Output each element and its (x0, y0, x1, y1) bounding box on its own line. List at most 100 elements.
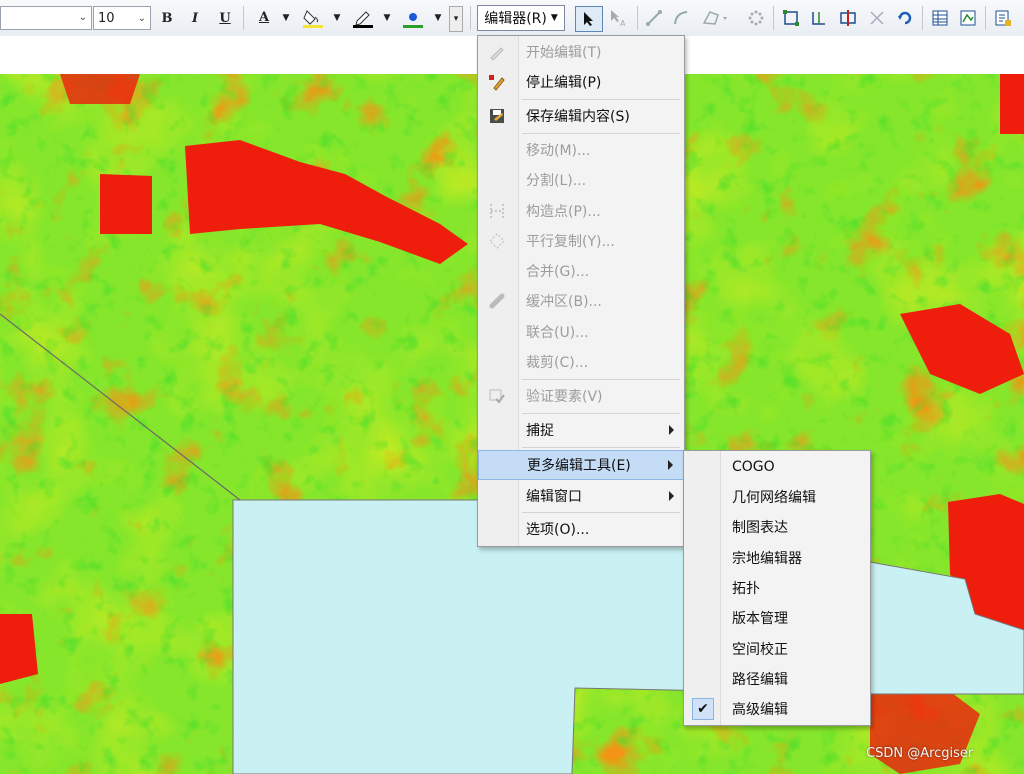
submenu-item-representation[interactable]: 制图表达 (684, 513, 870, 541)
menu-item-buffer[interactable]: 缓冲区(B)... (478, 287, 684, 315)
submenu-item-parcel-editor[interactable]: 宗地编辑器 (684, 544, 870, 572)
menu-item-label: 构造点(P)... (526, 204, 601, 220)
annotation-pointer-icon: A (611, 10, 626, 27)
edit-annotation-tool-button[interactable]: A (607, 6, 631, 30)
toolbar-overflow-button[interactable]: ▾ (449, 6, 463, 32)
submenu-arrow-icon (668, 460, 673, 470)
menu-item-options[interactable]: 选项(O)... (478, 515, 684, 543)
submenu-item-topology[interactable]: 拓扑 (684, 574, 870, 602)
submenu-item-label: 拓扑 (732, 581, 760, 597)
menu-item-clip[interactable]: 裁剪(C)... (478, 348, 684, 376)
cut-polygons-button[interactable] (836, 6, 860, 30)
construction-tools-button[interactable] (698, 6, 734, 30)
font-size-value: 10 (98, 10, 115, 26)
menu-item-merge[interactable]: 合并(G)... (478, 257, 684, 285)
underline-button[interactable]: U (214, 6, 236, 30)
construct-points-icon (488, 202, 506, 220)
fill-color-button[interactable] (298, 6, 328, 30)
menu-item-more-editing-tools[interactable]: 更多编辑工具(E) (478, 450, 684, 480)
create-features-button[interactable] (992, 6, 1014, 30)
font-name-dropdown[interactable]: ⌄ (0, 6, 92, 30)
edit-vertices-icon (783, 10, 799, 26)
menu-item-label: 合并(G)... (526, 264, 590, 280)
submenu-arrow-icon (669, 425, 674, 435)
reshape-icon (812, 12, 825, 25)
sketch-properties-icon (960, 10, 976, 26)
menu-item-construct-points[interactable]: 构造点(P)... (478, 197, 684, 225)
bold-button[interactable]: B (157, 6, 177, 30)
line-color-dropdown-icon[interactable]: ▼ (381, 6, 393, 30)
submenu-item-label: COGO (732, 459, 775, 475)
menu-item-label: 捕捉 (526, 423, 554, 439)
menu-item-start-editing[interactable]: 开始编辑(T) (478, 38, 684, 66)
chevron-down-icon: ▼ (550, 13, 558, 23)
submenu-item-label: 制图表达 (732, 520, 788, 536)
menu-item-union[interactable]: 联合(U)... (478, 318, 684, 346)
marker-dot-icon (403, 13, 423, 28)
straight-segment-button[interactable] (643, 6, 665, 30)
marker-color-dropdown-icon[interactable]: ▼ (432, 6, 444, 30)
submenu-item-label: 路径编辑 (732, 672, 788, 688)
submenu-arrow-icon (669, 491, 674, 501)
pen-icon (353, 11, 373, 28)
menu-item-save-edits[interactable]: 保存编辑内容(S) (478, 102, 684, 130)
create-features-icon (995, 10, 1011, 26)
menu-item-move[interactable]: 移动(M)... (478, 136, 684, 164)
font-color-button[interactable]: A (250, 6, 278, 30)
validate-features-icon (488, 387, 506, 405)
fill-color-dropdown-icon[interactable]: ▼ (331, 6, 343, 30)
font-color-dropdown-icon[interactable]: ▼ (280, 6, 292, 30)
menu-item-label: 验证要素(V) (526, 389, 603, 405)
editor-menu-button[interactable]: 编辑器(R) ▼ (477, 5, 565, 31)
submenu-item-advanced-editing[interactable]: ✔ 高级编辑 (684, 695, 870, 723)
menu-item-copy-parallel[interactable]: 平行复制(Y)... (478, 227, 684, 255)
submenu-item-label: 版本管理 (732, 611, 788, 627)
menu-item-label: 停止编辑(P) (526, 75, 602, 91)
menu-item-label: 开始编辑(T) (526, 45, 602, 61)
menu-item-label: 裁剪(C)... (526, 355, 589, 371)
submenu-item-versioning[interactable]: 版本管理 (684, 604, 870, 632)
menu-item-label: 选项(O)... (526, 522, 590, 538)
submenu-item-route-editing[interactable]: 路径编辑 (684, 665, 870, 693)
menu-item-editing-windows[interactable]: 编辑窗口 (478, 482, 684, 510)
more-editing-tools-submenu: COGO 几何网络编辑 制图表达 宗地编辑器 拓扑 版本管理 空间校正 路径编辑… (683, 450, 871, 726)
copy-parallel-icon (488, 232, 506, 250)
submenu-item-label: 宗地编辑器 (732, 551, 802, 567)
menu-item-stop-editing[interactable]: 停止编辑(P) (478, 68, 684, 96)
split-tool-button[interactable] (866, 6, 888, 30)
submenu-item-spatial-adjustment[interactable]: 空间校正 (684, 635, 870, 663)
split-tool-icon (870, 11, 884, 25)
sketch-properties-button[interactable] (957, 6, 979, 30)
end-point-arc-button[interactable] (670, 6, 692, 30)
menu-item-label: 移动(M)... (526, 143, 591, 159)
menu-item-validate-features[interactable]: 验证要素(V) (478, 382, 684, 410)
attributes-button[interactable] (929, 6, 951, 30)
trace-button[interactable] (745, 6, 767, 30)
submenu-item-label: 高级编辑 (732, 702, 788, 718)
menu-item-split[interactable]: 分割(L)... (478, 166, 684, 194)
submenu-item-geometric-network-editing[interactable]: 几何网络编辑 (684, 483, 870, 511)
menu-item-snapping[interactable]: 捕捉 (478, 416, 684, 444)
polygon-tool-icon (702, 11, 727, 25)
rotate-icon (898, 11, 912, 25)
marker-color-button[interactable] (398, 6, 428, 30)
line-color-button[interactable] (348, 6, 378, 30)
edit-vertices-button[interactable] (780, 6, 802, 30)
editor-button-label: 编辑器(R) (484, 11, 547, 27)
chevron-down-icon: ⌄ (78, 12, 87, 23)
reshape-feature-button[interactable] (808, 6, 830, 30)
watermark: CSDN @Arcgiser (866, 746, 974, 761)
rotate-tool-button[interactable] (894, 6, 916, 30)
paint-bucket-icon (303, 10, 323, 28)
italic-button[interactable]: I (185, 6, 205, 30)
start-editing-icon (488, 43, 506, 61)
menu-item-label: 保存编辑内容(S) (526, 109, 630, 125)
stop-editing-icon (488, 73, 506, 91)
font-size-dropdown[interactable]: 10 ⌄ (93, 6, 151, 30)
menu-item-label: 编辑窗口 (526, 489, 582, 505)
menu-item-label: 更多编辑工具(E) (527, 458, 631, 474)
attributes-table-icon (932, 10, 948, 26)
edit-tool-button[interactable] (575, 6, 603, 32)
menu-item-label: 平行复制(Y)... (526, 234, 615, 250)
submenu-item-cogo[interactable]: COGO (684, 453, 870, 481)
